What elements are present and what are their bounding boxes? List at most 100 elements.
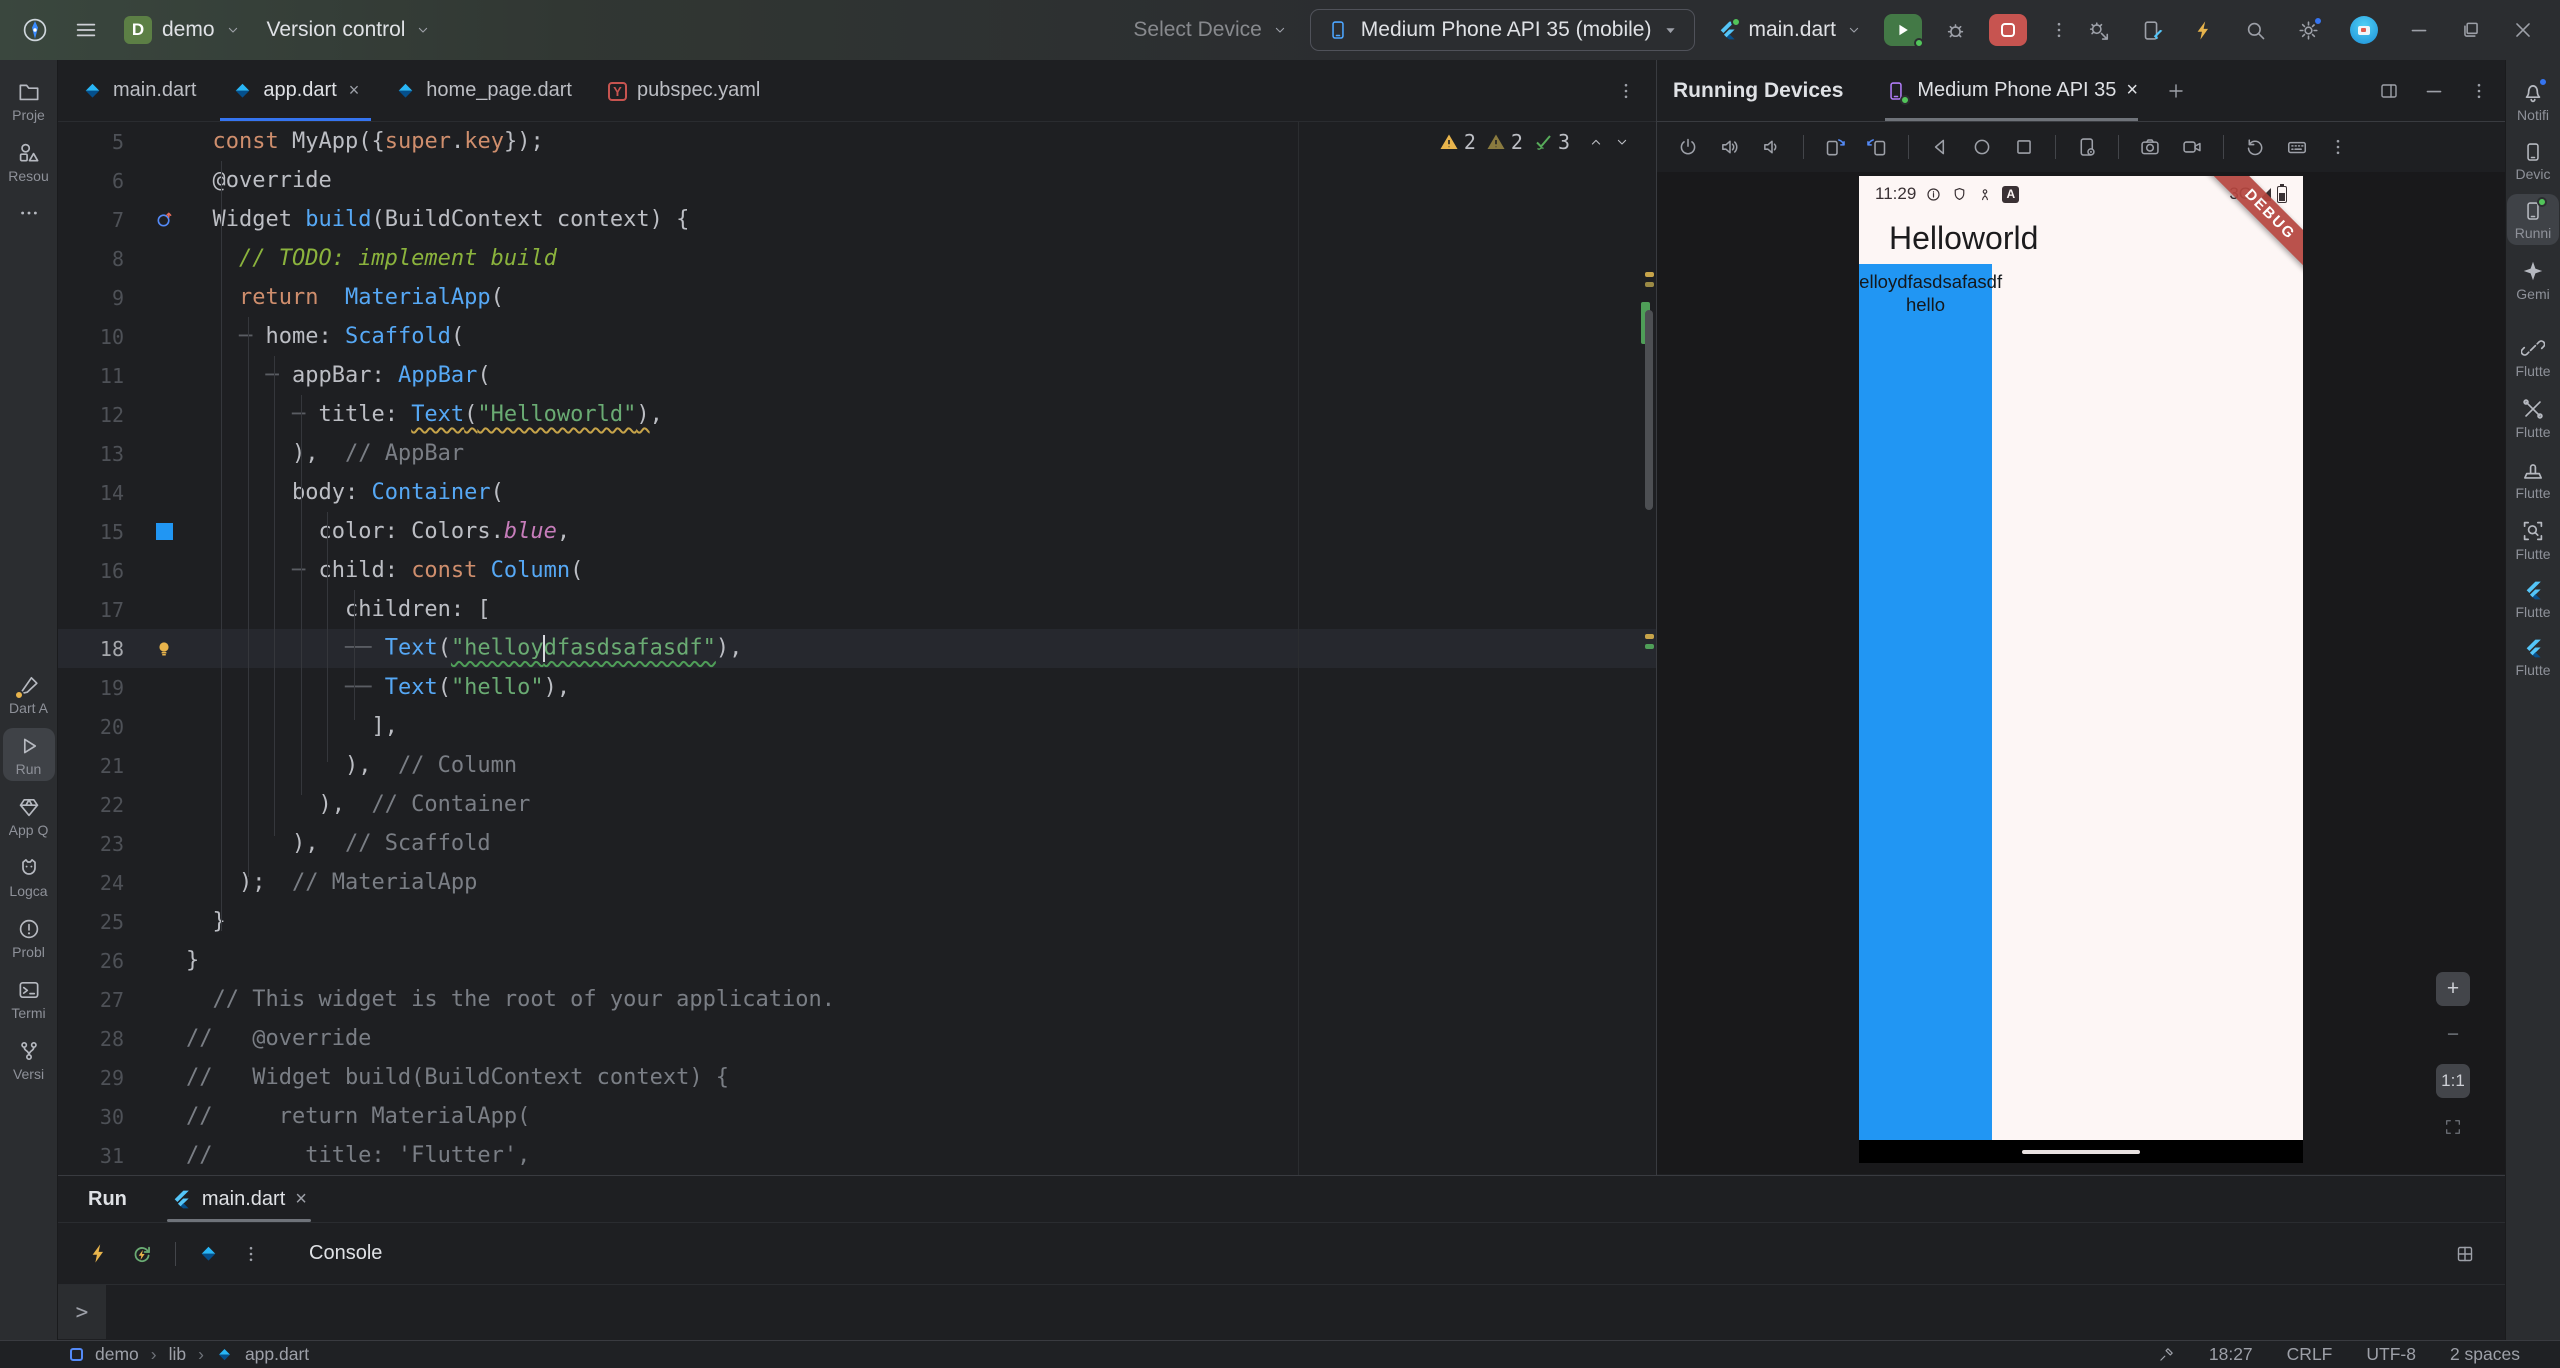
volume-down-icon[interactable] — [1761, 136, 1783, 158]
line-number[interactable]: 18 — [58, 637, 142, 661]
sidebar-item-app-quality-insights[interactable]: App Q — [3, 789, 55, 842]
editor-tab-app.dart[interactable]: app.dart × — [214, 60, 377, 121]
more-options-icon[interactable] — [241, 1244, 261, 1264]
select-device-dropdown[interactable]: Select Device — [1133, 18, 1287, 42]
gesture-nav-bar[interactable] — [1859, 1140, 2303, 1163]
back-icon[interactable] — [1929, 136, 1951, 158]
stop-button[interactable] — [1989, 14, 2027, 46]
line-number[interactable]: 17 — [58, 598, 142, 622]
line-number[interactable]: 21 — [58, 754, 142, 778]
hot-reload-icon[interactable] — [88, 1243, 109, 1264]
inspections-widget[interactable]: 2 2 3 — [1439, 130, 1630, 154]
code-line-29[interactable]: 29 // Widget build(BuildContext context) … — [58, 1058, 1656, 1097]
run-config-dropdown[interactable]: main.dart — [1717, 16, 1862, 42]
code-line-20[interactable]: 20 ], — [58, 707, 1656, 746]
line-number[interactable]: 31 — [58, 1144, 142, 1168]
sidebar-item-dart-analysis[interactable]: Dart A — [3, 667, 55, 720]
indent-style[interactable]: 2 spaces — [2450, 1344, 2520, 1365]
line-number[interactable]: 8 — [58, 247, 142, 271]
code-line-10[interactable]: 10 ─ home: Scaffold( — [58, 317, 1656, 356]
window-minimize-icon[interactable] — [2408, 19, 2430, 41]
code-line-18[interactable]: 18 ── Text("helloydfasdsafasdf"), — [58, 629, 1656, 668]
overview-icon[interactable] — [2013, 136, 2035, 158]
device-settings-icon[interactable] — [2076, 136, 2098, 158]
home-icon[interactable] — [1971, 136, 1993, 158]
window-close-icon[interactable] — [2512, 19, 2534, 41]
sidebar-item-run[interactable]: Run — [2, 728, 55, 781]
code-line-28[interactable]: 28 // @override — [58, 1019, 1656, 1058]
line-number[interactable]: 29 — [58, 1066, 142, 1090]
code-line-5[interactable]: 5 const MyApp({super.key}); — [58, 122, 1656, 161]
line-ending[interactable]: CRLF — [2287, 1344, 2333, 1365]
line-number[interactable]: 22 — [58, 793, 142, 817]
sidebar-item-flutter-tools[interactable]: Flutte — [2507, 391, 2559, 444]
device-tab[interactable]: Medium Phone API 35 × — [1885, 60, 2138, 121]
sidebar-item-flutter-inspector[interactable]: Flutte — [2507, 330, 2559, 383]
code-line-16[interactable]: 16 ─ child: const Column( — [58, 551, 1656, 590]
hot-reload-icon[interactable] — [2193, 20, 2214, 41]
sidebar-item-flutter-outline[interactable]: Flutte — [2507, 574, 2559, 624]
editor-tab-main.dart[interactable]: main.dart — [64, 60, 214, 121]
line-number[interactable]: 14 — [58, 481, 142, 505]
main-menu-icon[interactable] — [74, 18, 98, 42]
more-actions-icon[interactable] — [2049, 20, 2069, 40]
sidebar-item-problems[interactable]: Probl — [3, 911, 55, 964]
breadcrumb[interactable]: demo › lib › app.dart — [70, 1344, 309, 1365]
record-icon[interactable] — [2181, 136, 2203, 158]
search-everywhere-icon[interactable] — [2244, 19, 2267, 42]
prev-problem-icon[interactable] — [1588, 134, 1604, 150]
hide-panel-icon[interactable] — [2423, 80, 2445, 102]
run-button[interactable] — [1884, 14, 1924, 48]
reset-icon[interactable] — [2244, 136, 2266, 158]
code-line-25[interactable]: 25 } — [58, 902, 1656, 941]
code-line-19[interactable]: 19 ── Text("hello"), — [58, 668, 1656, 707]
zoom-in-button[interactable]: + — [2436, 972, 2470, 1006]
code-line-7[interactable]: 7 Widget build(BuildContext context) { — [58, 200, 1656, 239]
line-number[interactable]: 10 — [58, 325, 142, 349]
sidebar-item-running-devices[interactable]: Runni — [2507, 194, 2559, 245]
code-line-23[interactable]: 23 ), // Scaffold — [58, 824, 1656, 863]
override-marker-icon[interactable] — [142, 210, 186, 229]
layout-settings-icon[interactable] — [2455, 1244, 2475, 1264]
code-line-22[interactable]: 22 ), // Container — [58, 785, 1656, 824]
fit-screen-button[interactable] — [2436, 1110, 2470, 1144]
code-line-6[interactable]: 6 @override — [58, 161, 1656, 200]
emulator-screen[interactable]: 11:29 A 3G Helloworld helloy — [1859, 176, 2303, 1163]
code-line-12[interactable]: 12 ─ title: Text("Helloworld"), — [58, 395, 1656, 434]
cursor-position[interactable]: 18:27 — [2209, 1344, 2253, 1365]
line-number[interactable]: 5 — [58, 130, 142, 154]
tab-options-icon[interactable] — [1616, 60, 1656, 121]
attach-debugger-icon[interactable] — [2087, 19, 2110, 42]
screenshot-icon[interactable] — [2139, 136, 2161, 158]
vcs-widget[interactable]: Version control — [267, 18, 432, 42]
build-tools-icon[interactable] — [2158, 1346, 2175, 1363]
settings-icon[interactable] — [2297, 15, 2323, 42]
color-swatch-icon[interactable] — [142, 523, 186, 540]
zoom-out-button[interactable]: − — [2436, 1018, 2470, 1052]
line-number[interactable]: 19 — [58, 676, 142, 700]
line-number[interactable]: 11 — [58, 364, 142, 388]
editor-scrollbar[interactable] — [1641, 122, 1656, 1175]
line-number[interactable]: 7 — [58, 208, 142, 232]
editor-tab-pubspec.yaml[interactable]: Ypubspec.yaml — [590, 60, 778, 121]
hot-restart-icon[interactable] — [131, 1243, 153, 1265]
code-line-26[interactable]: 26} — [58, 941, 1656, 980]
sidebar-item-version-control[interactable]: Versi — [3, 1033, 55, 1086]
code-line-21[interactable]: 21 ), // Column — [58, 746, 1656, 785]
editor-tab-home_page.dart[interactable]: home_page.dart — [377, 60, 590, 121]
zoom-reset-button[interactable]: 1:1 — [2436, 1064, 2470, 1098]
code-line-24[interactable]: 24 ); // MaterialApp — [58, 863, 1656, 902]
code-line-11[interactable]: 11 ─ appBar: AppBar( — [58, 356, 1656, 395]
code-area[interactable]: 2 2 3 5 const MyApp({super.key}); 6 @over… — [58, 122, 1656, 1175]
code-line-9[interactable]: 9 return MaterialApp( — [58, 278, 1656, 317]
sidebar-item-project[interactable]: Proje — [3, 74, 55, 127]
line-number[interactable]: 25 — [58, 910, 142, 934]
encoding[interactable]: UTF-8 — [2366, 1344, 2416, 1365]
sidebar-item-flutter-performance[interactable]: Flutte — [2507, 632, 2559, 682]
sidebar-item-flutter-coverage[interactable]: Flutte — [2507, 452, 2559, 505]
line-number[interactable]: 9 — [58, 286, 142, 310]
next-problem-icon[interactable] — [1614, 134, 1630, 150]
code-line-8[interactable]: 8 // TODO: implement build — [58, 239, 1656, 278]
code-line-31[interactable]: 31 // title: 'Flutter', — [58, 1136, 1656, 1175]
rotate-left-icon[interactable] — [1824, 136, 1846, 158]
